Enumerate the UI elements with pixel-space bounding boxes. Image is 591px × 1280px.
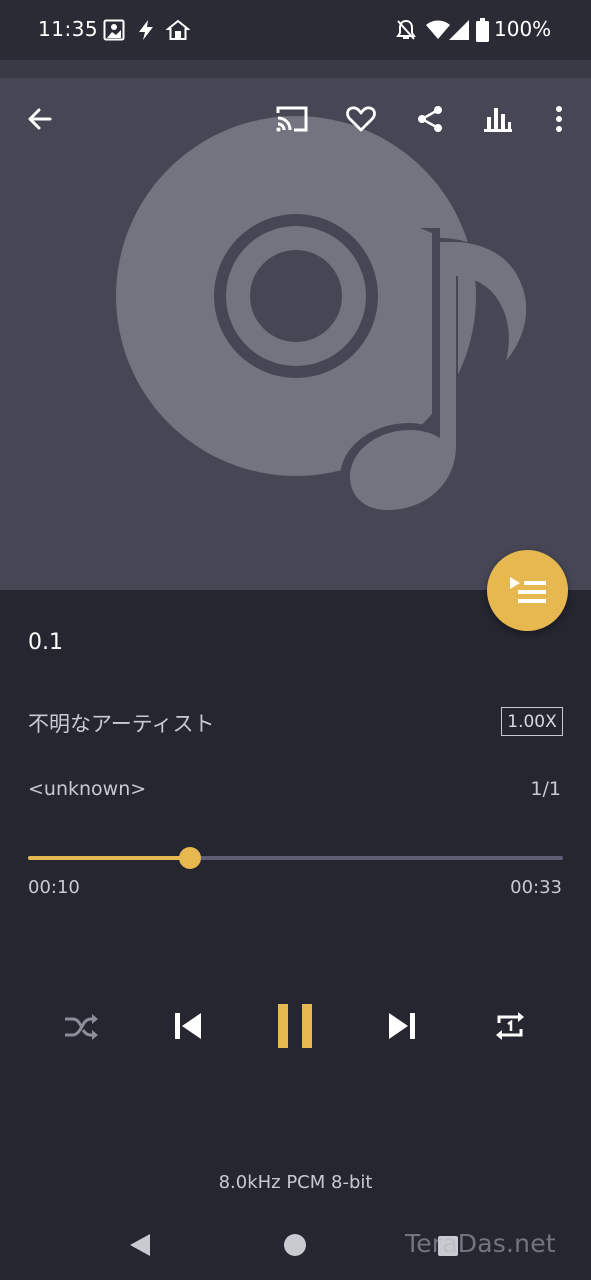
back-button[interactable]: [16, 95, 64, 143]
nav-back-icon: [130, 1234, 150, 1256]
repeat-button[interactable]: [486, 1002, 534, 1050]
album-name: <unknown>: [28, 778, 147, 800]
flash-icon: [137, 19, 155, 41]
skip-next-icon: [389, 1013, 415, 1039]
next-button[interactable]: [378, 1002, 426, 1050]
share-icon: [418, 106, 442, 132]
screenshot-icon: [103, 19, 125, 41]
watermark: TeraDas.net: [405, 1229, 556, 1258]
nav-home-icon: [284, 1234, 306, 1256]
playback-speed-button[interactable]: 1.00X: [501, 707, 563, 736]
back-arrow-icon: [28, 108, 52, 130]
dnd-off-icon: [396, 19, 416, 41]
artist-name: 不明なアーティスト: [28, 712, 215, 736]
seek-thumb[interactable]: [179, 847, 202, 869]
skip-previous-icon: [175, 1013, 201, 1039]
cast-button[interactable]: [268, 95, 316, 143]
favorite-button[interactable]: [337, 95, 385, 143]
signal-icon: [449, 20, 469, 40]
battery-icon: [476, 18, 489, 42]
queue-button[interactable]: [487, 550, 568, 631]
track-title: 0.1: [28, 630, 63, 655]
share-button[interactable]: [406, 95, 454, 143]
nav-back-button[interactable]: [126, 1230, 156, 1260]
shuffle-button[interactable]: [58, 1004, 104, 1050]
queue-list-icon: [509, 576, 546, 603]
total-time: 00:33: [510, 877, 562, 898]
repeat-one-icon: [496, 1012, 524, 1040]
more-options-button[interactable]: [535, 95, 583, 143]
wifi-icon: [426, 20, 450, 40]
equalizer-icon: [484, 108, 512, 132]
shuffle-icon: [65, 1014, 98, 1040]
cast-icon: [276, 106, 308, 132]
play-pause-button[interactable]: [266, 996, 324, 1056]
audio-format-info: 8.0kHz PCM 8-bit: [218, 1172, 373, 1193]
more-vert-icon: [556, 106, 562, 132]
equalizer-button[interactable]: [474, 95, 522, 143]
seek-progress: [28, 856, 191, 860]
battery-percentage: 100%: [494, 17, 552, 41]
status-strip: [0, 60, 591, 78]
elapsed-time: 00:10: [28, 877, 80, 898]
heart-icon: [346, 106, 376, 132]
status-time: 11:35: [38, 17, 99, 41]
nav-home-button[interactable]: [281, 1231, 309, 1259]
album-artwork: [0, 78, 591, 590]
home-icon: [166, 19, 190, 41]
pause-icon: [278, 1004, 312, 1048]
track-index: 1/1: [530, 778, 561, 800]
previous-button[interactable]: [164, 1002, 212, 1050]
music-disc-icon: [116, 116, 532, 518]
